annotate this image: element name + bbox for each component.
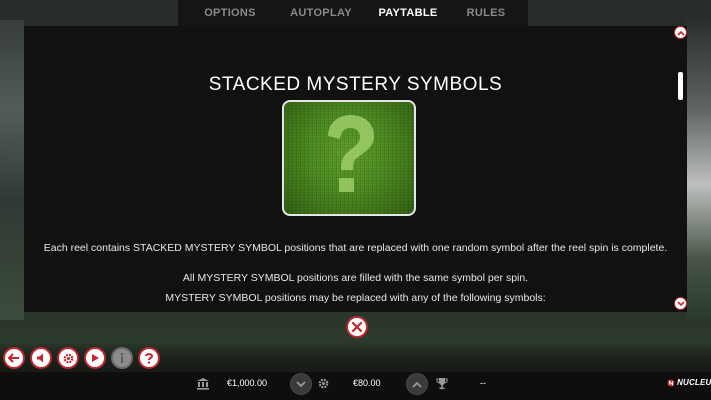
balance-value: €1,000.00 <box>227 378 268 388</box>
mystery-symbol-image <box>282 100 416 216</box>
close-button[interactable] <box>346 316 368 338</box>
back-button[interactable] <box>3 347 25 369</box>
info-button[interactable] <box>111 347 133 369</box>
menu-tabs: OPTIONS AUTOPLAY PAYTABLE RULES <box>178 0 528 26</box>
paytable-paragraph: Each reel contains STACKED MYSTERY SYMBO… <box>43 242 668 254</box>
chevron-up-icon <box>412 381 422 388</box>
bank-icon <box>197 378 209 390</box>
chevron-down-icon <box>296 380 306 387</box>
paytable-paragraph: MYSTERY SYMBOL positions may be replaced… <box>165 292 546 304</box>
tab-options[interactable]: OPTIONS <box>178 0 282 26</box>
bet-value: €80.00 <box>353 378 381 388</box>
info-icon <box>120 352 124 363</box>
background-player-left <box>0 20 24 320</box>
back-arrow-icon <box>8 353 19 363</box>
chevron-down-icon <box>676 300 685 306</box>
play-button[interactable] <box>84 347 106 369</box>
paytable-paragraph: All MYSTERY SYMBOL positions are filled … <box>182 272 529 284</box>
tab-paytable[interactable]: PAYTABLE <box>360 0 456 26</box>
tab-autoplay[interactable]: AUTOPLAY <box>282 0 360 26</box>
settings-button[interactable] <box>57 347 79 369</box>
help-button[interactable] <box>138 347 160 369</box>
play-icon <box>92 354 99 362</box>
paytable-panel: STACKED MYSTERY SYMBOLS Each reel contai… <box>24 26 687 312</box>
chevron-up-icon <box>676 30 685 36</box>
trophy-icon <box>436 378 448 390</box>
speaker-icon <box>37 353 43 363</box>
paytable-title: STACKED MYSTERY SYMBOLS <box>208 74 503 95</box>
scroll-down-button[interactable] <box>674 297 687 310</box>
gear-icon <box>63 353 73 363</box>
coins-gear-icon <box>318 378 329 389</box>
brand-logo: NUCLEUS <box>667 378 711 387</box>
sound-button[interactable] <box>30 347 52 369</box>
win-value: -- <box>480 378 486 388</box>
scroll-up-button[interactable] <box>674 26 687 39</box>
question-mark-icon <box>328 115 374 192</box>
nucleus-logo-icon <box>667 379 675 386</box>
bet-increase-button[interactable] <box>406 373 428 395</box>
background-player-right <box>686 20 711 320</box>
brand-name: NUCLEUS <box>677 378 711 387</box>
scrollbar-thumb[interactable] <box>678 72 683 100</box>
bet-decrease-button[interactable] <box>290 373 312 395</box>
close-icon <box>351 321 363 333</box>
question-icon <box>145 353 154 364</box>
tab-rules[interactable]: RULES <box>456 0 516 26</box>
